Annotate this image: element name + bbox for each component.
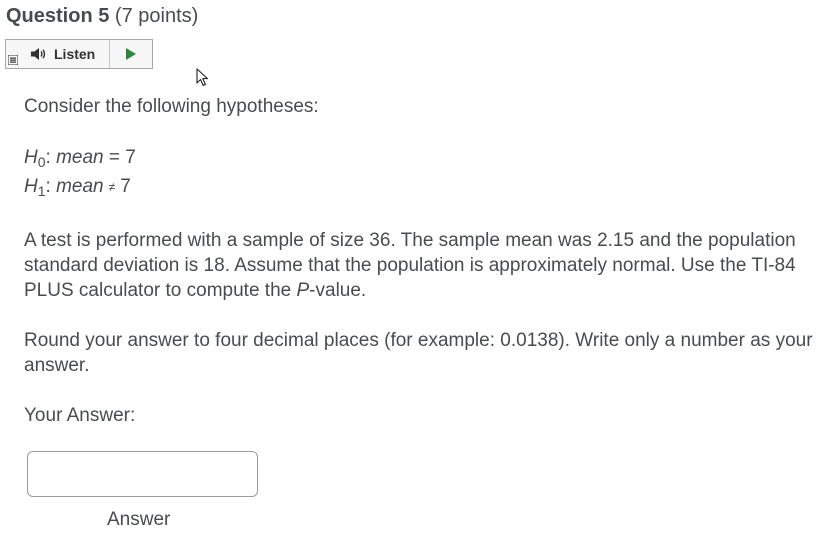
question-points: (7 points) — [114, 5, 199, 27]
h0-variable: mean — [56, 147, 104, 168]
answer-prompt: Your Answer: — [24, 405, 136, 426]
question-header: Question 5 (7 points) — [6, 3, 198, 29]
h0-relation: = — [108, 147, 121, 168]
h1-subscript: 1 — [37, 183, 46, 199]
instructions-text: Round your answer to four decimal places… — [24, 330, 813, 376]
problem-paragraph: A test is performed with a sample of siz… — [24, 228, 814, 303]
p-letter: P — [296, 280, 310, 301]
h0-symbol: H — [24, 147, 38, 168]
alternative-hypothesis: H1: mean ≠ 7 — [24, 174, 131, 204]
question-title: Question 5 — [6, 5, 110, 27]
mouse-cursor-icon — [196, 68, 210, 93]
h0-colon: : — [45, 147, 51, 168]
null-hypothesis: H0: mean = 7 — [24, 145, 136, 175]
h1-value: 7 — [120, 176, 131, 197]
listen-label: Listen — [54, 46, 96, 62]
h1-relation: ≠ — [108, 180, 116, 194]
speaker-icon — [30, 47, 48, 61]
h0-value: 7 — [125, 147, 136, 168]
answer-input[interactable] — [27, 451, 258, 497]
menu-icon[interactable] — [6, 40, 20, 68]
answer-caption: Answer — [107, 509, 171, 530]
h0-subscript: 0 — [37, 154, 46, 170]
listen-button[interactable]: Listen — [20, 40, 110, 68]
h1-variable: mean — [56, 176, 104, 197]
play-icon — [126, 48, 136, 60]
problem-text: A test is performed with a sample of siz… — [24, 230, 796, 301]
play-button[interactable] — [110, 40, 152, 68]
h1-colon: : — [45, 176, 51, 197]
h1-symbol: H — [24, 176, 38, 197]
listen-toolbar: Listen — [5, 39, 153, 69]
problem-text-end: -value. — [309, 280, 367, 301]
intro-text: Consider the following hypotheses: — [24, 96, 319, 117]
